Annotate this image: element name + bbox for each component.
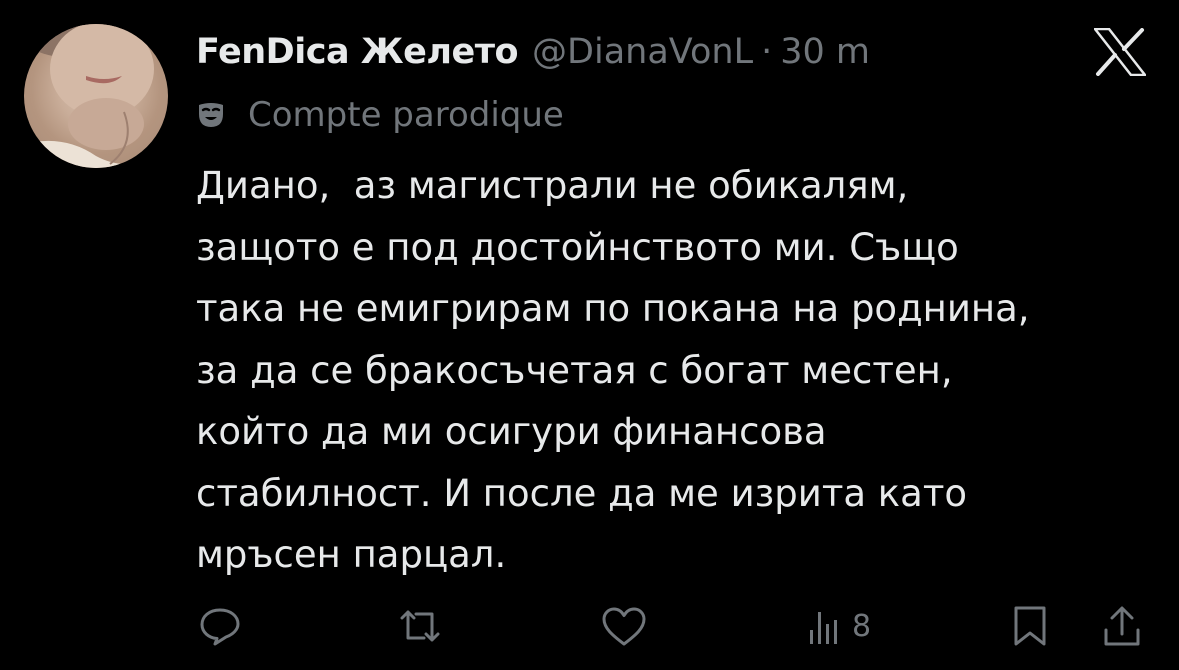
like-button[interactable] bbox=[600, 600, 648, 652]
author-handle[interactable]: @DianaVonL bbox=[532, 32, 753, 72]
tweet-text-line: Диано, аз магистрали не обикалям, bbox=[196, 164, 909, 207]
retweet-icon bbox=[400, 610, 440, 642]
tweet-text: Диано, аз магистрали не обикалям, защото… bbox=[196, 155, 1166, 586]
author-display-name[interactable]: FenDica Желето bbox=[196, 32, 519, 72]
tweet-text-line: мръсен парцал. bbox=[196, 533, 507, 576]
x-logo-icon bbox=[1093, 27, 1147, 77]
views-button[interactable]: 8 bbox=[806, 600, 871, 652]
parody-account-label: Compte parodique bbox=[248, 95, 564, 135]
parody-mask-icon bbox=[199, 103, 223, 127]
tweet-text-line: защото е под достойнството ми. Също bbox=[196, 225, 959, 269]
bookmark-button[interactable] bbox=[1010, 600, 1050, 652]
tweet-text-line: който да ми осигури финансова bbox=[196, 410, 827, 453]
reply-icon bbox=[200, 608, 240, 646]
tweet-header: FenDica Желето @DianaVonL · 30 m bbox=[196, 27, 870, 77]
separator-dot: · bbox=[761, 32, 773, 72]
share-icon bbox=[1104, 606, 1140, 646]
reply-button[interactable] bbox=[198, 600, 242, 652]
views-count: 8 bbox=[852, 608, 872, 644]
timestamp[interactable]: 30 m bbox=[780, 32, 870, 72]
tweet-text-line: стабилност. И после да ме изрита като bbox=[196, 471, 968, 515]
views-icon bbox=[810, 612, 837, 644]
tweet-text-line: за да се бракосъчетая с богат местен, bbox=[196, 348, 953, 392]
tweet-actions: 8 bbox=[0, 600, 1179, 656]
parody-label-row: Compte parodique bbox=[196, 92, 564, 138]
avatar[interactable] bbox=[24, 24, 168, 168]
retweet-button[interactable] bbox=[396, 600, 444, 652]
avatar-image bbox=[24, 24, 168, 168]
bookmark-icon bbox=[1014, 606, 1046, 646]
tweet-text-line: така не емигрирам по покана на роднина, bbox=[196, 287, 1030, 330]
share-button[interactable] bbox=[1100, 600, 1144, 652]
like-icon bbox=[602, 607, 646, 646]
